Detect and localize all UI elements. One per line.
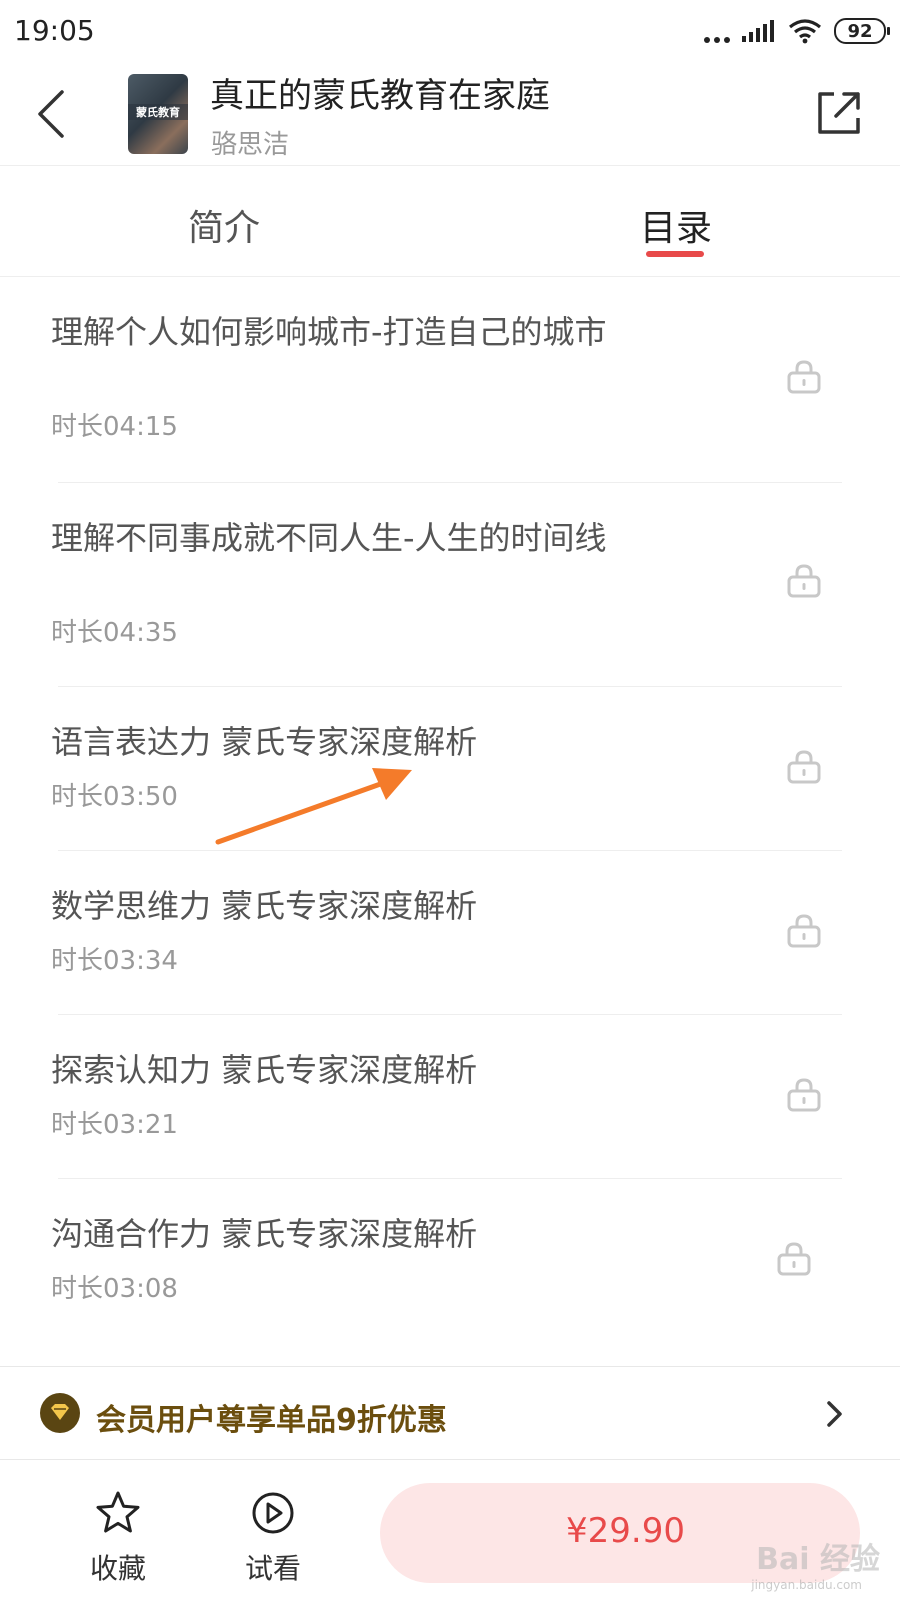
- bottom-action-bar: 收藏 试看 ¥29.90 Bai 经验 jingyan.baidu.com: [0, 1461, 900, 1600]
- wifi-icon: [789, 19, 821, 44]
- trial-label: 试看: [244, 1552, 301, 1585]
- chapter-item[interactable]: 理解个人如何影响城市-打造自己的城市 时长04:15: [0, 278, 900, 483]
- lock-icon: [787, 564, 821, 598]
- chapter-item[interactable]: 理解不同事成就不同人生-人生的时间线 时长04:35: [0, 482, 900, 687]
- price: ¥29.90: [566, 1511, 685, 1551]
- chapter-title: 数学思维力 蒙氏专家深度解析: [51, 887, 478, 925]
- trial-button[interactable]: 试看: [228, 1489, 318, 1587]
- tab-bar: 简介 目录: [0, 167, 900, 277]
- signal-icon: [742, 20, 774, 42]
- chapter-title: 理解不同事成就不同人生-人生的时间线: [51, 519, 607, 557]
- book-cover: 蒙氏教育: [128, 74, 188, 154]
- book-cover-text: 蒙氏教育: [128, 104, 188, 120]
- lock-icon: [787, 750, 821, 784]
- play-circle-icon: [252, 1492, 294, 1534]
- chapter-title: 语言表达力 蒙氏专家深度解析: [51, 723, 478, 761]
- chapter-duration: 时长03:50: [51, 782, 178, 812]
- favorite-button[interactable]: 收藏: [73, 1489, 163, 1587]
- status-bar: 19:05 92: [0, 0, 900, 62]
- star-icon: [96, 1491, 140, 1533]
- lock-icon: [787, 914, 821, 948]
- tab-catalog[interactable]: 目录: [640, 199, 712, 251]
- book-title: 真正的蒙氏教育在家庭: [210, 76, 550, 116]
- lock-icon: [787, 1078, 821, 1112]
- chapter-item[interactable]: 探索认知力 蒙氏专家深度解析 时长03:21: [0, 1014, 900, 1179]
- share-button[interactable]: [814, 88, 864, 138]
- chapter-item[interactable]: 语言表达力 蒙氏专家深度解析 时长03:50: [0, 686, 900, 851]
- chapter-duration: 时长04:15: [51, 412, 178, 442]
- share-icon: [818, 92, 860, 134]
- chapter-duration: 时长03:21: [51, 1110, 178, 1140]
- back-button[interactable]: [28, 84, 78, 144]
- lock-icon: [787, 360, 821, 394]
- chapter-title: 探索认知力 蒙氏专家深度解析: [51, 1051, 478, 1089]
- book-author: 骆思洁: [211, 130, 290, 160]
- status-icons: 92: [704, 16, 890, 46]
- chapter-title: 沟通合作力 蒙氏专家深度解析: [51, 1215, 478, 1253]
- vip-promo-text: 会员用户尊享单品9折优惠: [96, 1403, 447, 1438]
- vip-diamond-icon: [40, 1393, 80, 1433]
- battery-indicator: 92: [834, 18, 890, 44]
- chapter-title: 理解个人如何影响城市-打造自己的城市: [51, 313, 607, 351]
- chapter-item[interactable]: 沟通合作力 蒙氏专家深度解析 时长03:08: [0, 1178, 900, 1342]
- lock-icon: [777, 1242, 811, 1276]
- header: 蒙氏教育 真正的蒙氏教育在家庭 骆思洁: [0, 62, 900, 166]
- chapter-duration: 时长04:35: [51, 618, 178, 648]
- watermark-url: jingyan.baidu.com: [751, 1578, 862, 1592]
- more-dots-icon: [704, 19, 730, 43]
- catalog-list: 理解个人如何影响城市-打造自己的城市 时长04:15 理解不同事成就不同人生-人…: [0, 278, 900, 1342]
- vip-promo-bar[interactable]: 会员用户尊享单品9折优惠: [0, 1366, 900, 1460]
- tab-active-indicator: [646, 251, 704, 257]
- chapter-duration: 时长03:34: [51, 946, 178, 976]
- chevron-left-icon: [38, 90, 64, 138]
- tab-intro[interactable]: 简介: [188, 199, 260, 251]
- chapter-item[interactable]: 数学思维力 蒙氏专家深度解析 时长03:34: [0, 850, 900, 1015]
- chapter-duration: 时长03:08: [51, 1274, 178, 1304]
- watermark-logo: Bai 经验: [756, 1542, 880, 1577]
- chevron-right-icon: [827, 1401, 842, 1427]
- favorite-label: 收藏: [89, 1552, 146, 1585]
- status-time: 19:05: [14, 14, 95, 47]
